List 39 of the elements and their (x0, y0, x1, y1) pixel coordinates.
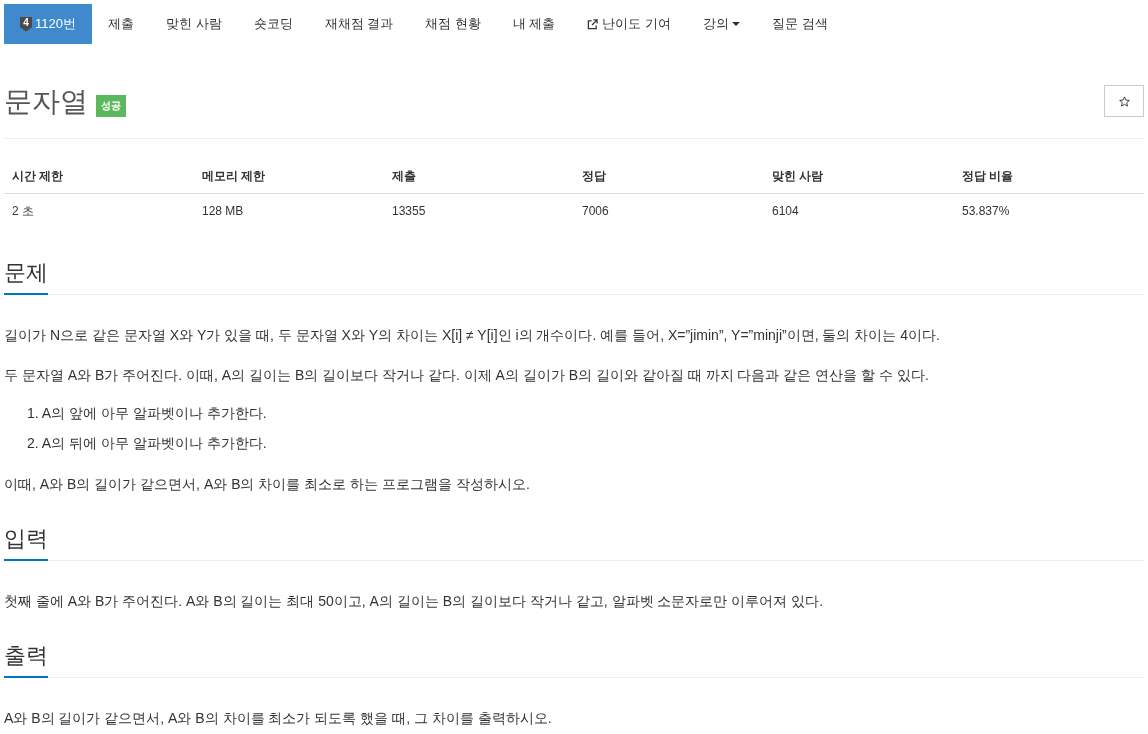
paragraph: 첫째 줄에 A와 B가 주어진다. A와 B의 길이는 최대 50이고, A의 길이는 B의 길이보다 작거나 같고, 알파벳 소문자로만 이루어져 있다. (4, 592, 825, 611)
nav-tab[interactable]: 4 1120번 (4, 4, 92, 44)
paragraph: 길이가 N으로 같은 문자열 X와 Y가 있을 때, 두 문자열 X와 Y의 차이는 X[i] ≠ Y[i]인 i의 개수이다. 예를 들어, X=”jimin”, Y=”minji”이면, 둘의 차이는 4이다. (4, 326, 941, 345)
nav-tab[interactable]: 난이도 기여 (571, 4, 688, 44)
table-header: 맞힌 사람 (764, 159, 954, 194)
section-heading: 출력 (4, 641, 48, 678)
nav-tab[interactable]: 강의 (687, 4, 757, 44)
nav-tab[interactable]: 제출 (91, 4, 150, 44)
nav-tab[interactable]: 재채점 결과 (308, 4, 410, 44)
table-header: 시간 제한 (4, 159, 194, 194)
result-tag: 성공 (96, 95, 126, 117)
table-cell: 6104 (764, 193, 954, 228)
table-header: 제출 (384, 159, 574, 194)
paragraph: 두 문자열 A와 B가 주어진다. 이때, A의 길이는 B의 길이보다 작거나 같다. 이제 A의 길이가 B의 길이와 같아질 때 까지 다음과 같은 연산을 할 수 있다. (4, 366, 930, 385)
favorite-button[interactable] (1104, 85, 1144, 117)
tier-badge: 4 (20, 16, 32, 32)
table-cell: 13355 (384, 193, 574, 228)
list-item: 1. A의 앞에 아무 알파벳이나 추가한다. (27, 404, 268, 423)
table-header: 정답 (574, 159, 764, 194)
nav-tab[interactable]: 맞힌 사람 (149, 4, 238, 44)
caret-icon (732, 22, 741, 26)
paragraph: 이때, A와 B의 길이가 같으면서, A와 B의 차이를 최소로 하는 프로그램을 작성하시오. (4, 475, 531, 494)
paragraph: A와 B의 길이가 같으면서, A와 B의 차이를 최소가 되도록 했을 때, 그 차이를 출력하시오. (4, 709, 553, 728)
nav-tab[interactable]: 질문 검색 (756, 4, 844, 44)
table-cell: 53.837% (954, 193, 1144, 228)
section-heading: 문제 (4, 258, 48, 295)
nav-tab[interactable]: 내 제출 (496, 4, 572, 44)
table-cell: 2 초 (4, 193, 194, 228)
table-header: 정답 비율 (954, 159, 1144, 194)
table-cell: 7006 (574, 193, 764, 228)
star-icon (1118, 95, 1130, 107)
nav-tab[interactable]: 숏코딩 (237, 4, 309, 44)
external-link-icon (587, 18, 599, 30)
nav-tab[interactable]: 채점 현황 (409, 4, 497, 44)
list-item: 2. A의 뒤에 아무 알파벳이나 추가한다. (27, 434, 268, 453)
problem-title: 문자열 (4, 86, 88, 118)
table-header: 메모리 제한 (194, 159, 384, 194)
section-heading: 입력 (4, 524, 48, 561)
table-cell: 128 MB (194, 193, 384, 228)
